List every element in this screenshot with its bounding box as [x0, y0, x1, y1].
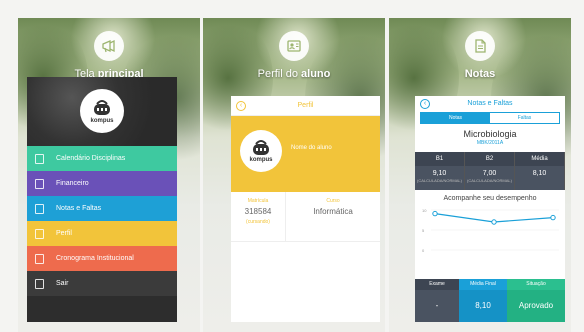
megaphone-icon	[94, 31, 124, 61]
exit-icon	[35, 278, 44, 289]
data-point	[432, 210, 438, 217]
performance-chart: 10 5 0	[419, 204, 561, 256]
grade-media: Média 8,10	[515, 152, 565, 190]
matricula-value: 318584	[244, 207, 272, 216]
menu-item-label: Sair	[56, 280, 69, 287]
grades-table: B1 9,10 (CALCULADA/NORMAL) B2 7,00 (CALCUL…	[415, 152, 565, 190]
curso-value: Informática	[313, 207, 353, 216]
nav-title: Notas e Faltas	[467, 100, 513, 107]
matricula-status: (cursando)	[246, 219, 270, 225]
y-tick-label: 10	[422, 208, 427, 213]
menu-item-label: Calendário Disciplinas	[56, 155, 126, 162]
calendar-list-icon	[35, 153, 44, 164]
curso-block: Curso Informática	[286, 192, 380, 241]
main-menu: Calendário Disciplinas Financeiro Notas …	[27, 146, 177, 296]
back-button[interactable]: ‹	[236, 101, 246, 111]
exame-cell: Exame -	[415, 279, 459, 322]
menu-item-label: Perfil	[56, 230, 72, 237]
back-button[interactable]: ‹	[420, 99, 430, 109]
menu-item-cronograma[interactable]: Cronograma Institucional	[27, 246, 177, 271]
curso-label: Curso	[326, 198, 340, 204]
performance-chart-svg: 10 5 0	[422, 208, 559, 253]
nav-title: Perfil	[297, 102, 314, 109]
media-final-cell: Média Final 8,10	[459, 279, 507, 322]
id-card-icon	[279, 31, 309, 61]
student-name: Nome do aluno	[291, 145, 332, 151]
calendar-icon	[35, 253, 44, 264]
discipline-name: Microbiologia	[463, 129, 517, 139]
nav-bar: ‹ Notas e Faltas	[415, 96, 565, 112]
menu-item-perfil[interactable]: Perfil	[27, 221, 177, 246]
data-point	[491, 219, 497, 225]
phone-grades-screen: ‹ Notas e Faltas Notas Faltas Microbiolo…	[415, 96, 565, 322]
phone-main-screen: kompus Calendário Disciplinas Financeiro…	[27, 77, 177, 322]
grades-footer: Exame - Média Final 8,10 Situação Aprova…	[415, 279, 565, 322]
matricula-block: Matrícula 318584 (cursando)	[231, 192, 286, 241]
menu-item-label: Cronograma Institucional	[56, 255, 134, 262]
profile-header: kompus Nome do aluno	[231, 116, 380, 192]
menu-item-label: Notas e Faltas	[56, 205, 102, 212]
building-icon	[35, 178, 44, 189]
kompus-logo: kompus	[80, 89, 124, 133]
menu-item-label: Financeiro	[56, 180, 89, 187]
data-point	[550, 214, 556, 221]
document-icon	[465, 31, 495, 61]
y-tick-label: 0	[422, 248, 425, 253]
tab-faltas[interactable]: Faltas	[490, 113, 559, 123]
tab-switcher: Notas Faltas	[420, 112, 560, 124]
matricula-label: Matrícula	[247, 198, 269, 204]
discipline-code: MBK/2011A	[476, 140, 504, 146]
grade-b2: B2 7,00 (CALCULADA/NORMAL)	[465, 152, 515, 190]
nav-bar: ‹ Perfil	[231, 96, 380, 116]
performance-title: Acompanhe seu desempenho	[443, 195, 537, 202]
menu-item-calendario[interactable]: Calendário Disciplinas	[27, 146, 177, 171]
notes-icon	[35, 203, 44, 214]
profile-card-icon	[35, 228, 44, 239]
panel-title: Perfil do aluno	[257, 68, 331, 80]
panel-title: Notas	[464, 68, 496, 80]
kompus-logo: kompus	[240, 130, 282, 172]
profile-info: Matrícula 318584 (cursando) Curso Inform…	[231, 192, 380, 242]
phone-profile-screen: ‹ Perfil kompus Nome do aluno Matrícula …	[231, 96, 380, 322]
tab-notas[interactable]: Notas	[421, 113, 490, 123]
menu-item-notas[interactable]: Notas e Faltas	[27, 196, 177, 221]
menu-item-financeiro[interactable]: Financeiro	[27, 171, 177, 196]
y-tick-label: 5	[422, 228, 425, 233]
hero-banner: kompus	[27, 77, 177, 146]
grade-b1: B1 9,10 (CALCULADA/NORMAL)	[415, 152, 465, 190]
situacao-cell: Situação Aprovado	[507, 279, 565, 322]
menu-item-sair[interactable]: Sair	[27, 271, 177, 296]
